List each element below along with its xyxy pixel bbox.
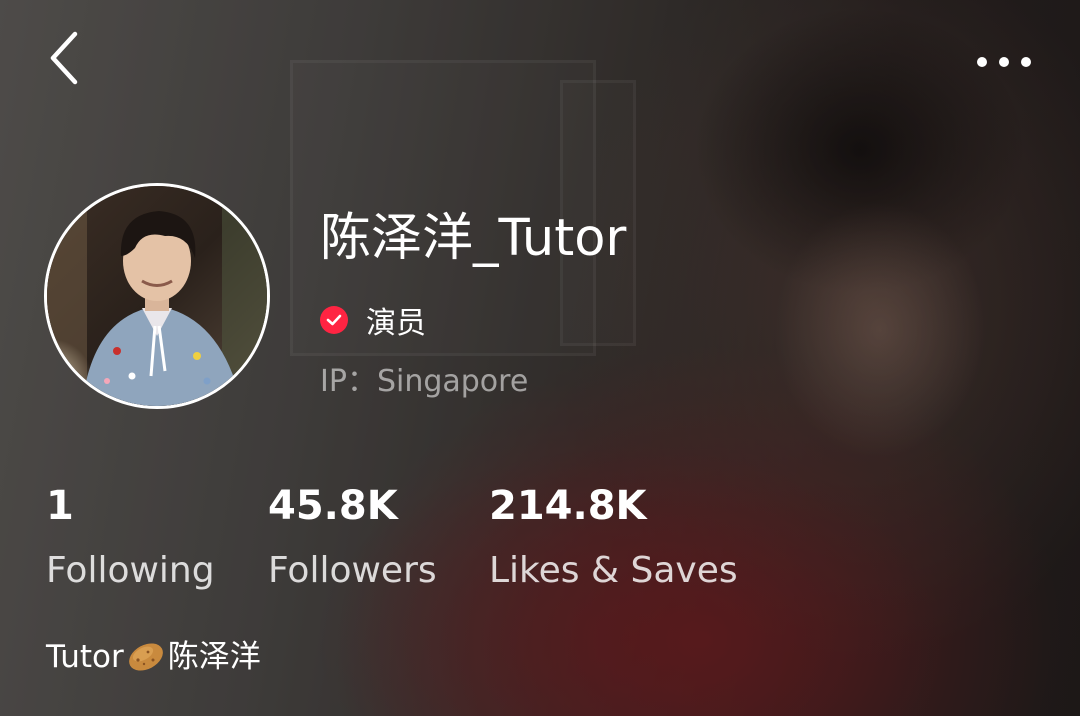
verification-row: 演员 (320, 298, 426, 342)
more-horizontal-icon (977, 57, 1031, 67)
avatar-photo (47, 186, 267, 406)
profile-header: 陈泽洋_Tutor 演员 IP：Singapore 1 Following 45… (0, 0, 1080, 716)
followers-count: 45.8K (268, 483, 398, 529)
more-options-button[interactable] (966, 40, 1042, 84)
back-button[interactable] (40, 30, 88, 86)
likes-saves-count: 214.8K (489, 483, 647, 529)
bio-text-suffix: 陈泽洋 (167, 639, 261, 675)
profile-bio: Tutor 陈泽洋 (46, 636, 261, 678)
bio-text-prefix: Tutor (46, 639, 124, 675)
verified-check-icon (320, 306, 348, 334)
profile-username: 陈泽洋_Tutor (320, 209, 627, 268)
likes-saves-label: Likes & Saves (489, 550, 738, 591)
avatar[interactable] (44, 183, 270, 409)
ip-location: IP：Singapore (320, 364, 529, 399)
stat-followers[interactable]: 45.8K Followers (268, 480, 437, 594)
stat-following[interactable]: 1 Following (46, 480, 215, 594)
following-count: 1 (46, 483, 74, 529)
verified-label: 演员 (366, 306, 426, 341)
potato-emoji-icon (126, 640, 166, 674)
following-label: Following (46, 550, 215, 591)
followers-label: Followers (268, 550, 437, 591)
stat-likes-saves[interactable]: 214.8K Likes & Saves (489, 480, 738, 594)
chevron-left-icon (50, 31, 78, 85)
